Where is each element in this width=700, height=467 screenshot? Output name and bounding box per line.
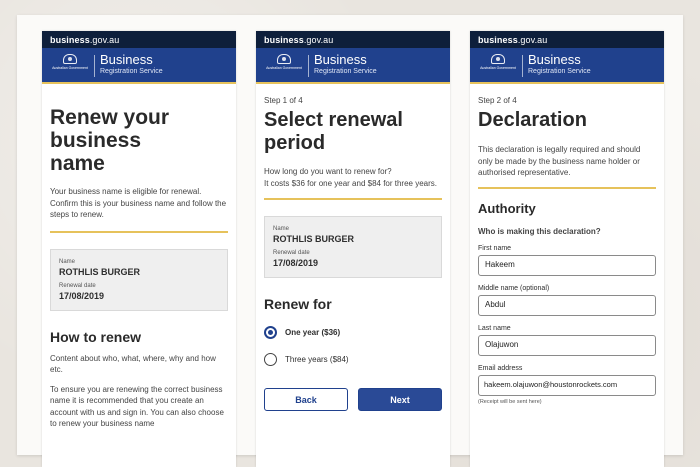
page-title: Renew your business name — [50, 106, 228, 175]
domain-tld: .gov.au — [89, 35, 120, 45]
coat-of-arms-icon — [63, 54, 77, 64]
email-hint: (Receipt will be sent here) — [478, 399, 542, 405]
coat-of-arms-icon — [277, 54, 291, 64]
domain-main: business — [264, 35, 304, 45]
radio-unselected-icon[interactable] — [264, 353, 277, 366]
renewal-question: How long do you want to renew for? — [264, 167, 392, 176]
last-name-label: Last name — [478, 325, 511, 332]
government-crest: Australian Government — [50, 54, 90, 78]
brand-title: Business — [314, 52, 367, 67]
brand-subtitle: Registration Service — [528, 68, 591, 75]
renewal-date-value: 17/08/2019 — [59, 290, 105, 301]
declaration-screen: business.gov.au Australian Government Bu… — [470, 31, 664, 467]
site-topbar[interactable]: business.gov.au — [256, 31, 450, 48]
authority-heading: Authority — [478, 200, 536, 216]
first-name-field[interactable]: Hakeem — [478, 255, 656, 276]
radio-selected-icon[interactable] — [264, 326, 277, 339]
option-three-years[interactable]: Three years ($84) — [264, 353, 442, 366]
email-label: Email address — [478, 365, 523, 372]
renew-for-heading: Renew for — [264, 296, 332, 312]
business-name-value: ROTHLIS BURGER — [273, 234, 354, 244]
brand-title: Business — [100, 52, 153, 67]
site-header: Australian Government Business Registrat… — [256, 48, 450, 84]
name-label: Name — [273, 226, 290, 232]
domain-main: business — [478, 35, 518, 45]
option-label[interactable]: Three years ($84) — [285, 355, 349, 364]
header-divider — [94, 55, 95, 77]
title-line: business — [50, 129, 142, 152]
gov-label: Australian Government — [480, 66, 516, 70]
government-crest: Australian Government — [264, 54, 304, 78]
middle-name-label: Middle name (optional) — [478, 285, 550, 292]
gov-label: Australian Government — [266, 66, 302, 70]
brand-subtitle: Registration Service — [314, 68, 377, 75]
header-divider — [522, 55, 523, 77]
renewal-date-value: 17/08/2019 — [273, 258, 319, 268]
option-one-year[interactable]: One year ($36) — [264, 326, 442, 339]
step-indicator: Step 1 of 4 — [264, 96, 303, 105]
first-name-label: First name — [478, 245, 512, 252]
account-advice-text: To ensure you are renewing the correct b… — [50, 384, 224, 429]
brand-logo[interactable]: Business Registration Service — [528, 53, 591, 76]
site-topbar[interactable]: business.gov.au — [42, 31, 236, 48]
title-line: Select renewal — [264, 109, 403, 131]
last-name-field[interactable]: Olajuwon — [478, 335, 656, 356]
domain-tld: .gov.au — [303, 35, 334, 45]
brand-logo[interactable]: Business Registration Service — [100, 53, 163, 76]
business-name-value: ROTHLIS BURGER — [59, 266, 140, 277]
section-rule — [478, 186, 656, 189]
page-title: Select renewal period — [264, 109, 442, 155]
site-header: Australian Government Business Registrat… — [470, 48, 664, 84]
brand-logo[interactable]: Business Registration Service — [314, 53, 377, 76]
business-summary-card: Name ROTHLIS BURGER Renewal date 17/08/2… — [264, 216, 442, 278]
gov-label: Australian Government — [52, 66, 88, 70]
title-line: Renew your — [50, 106, 170, 129]
site-topbar[interactable]: business.gov.au — [470, 31, 664, 48]
back-button[interactable]: Back — [264, 388, 348, 411]
section-rule — [264, 198, 442, 200]
renewal-date-label: Renewal date — [273, 250, 310, 256]
how-to-renew-heading: How to renew — [50, 328, 142, 345]
brand-title: Business — [528, 52, 581, 67]
declarant-question: Who is making this declaration? — [478, 226, 601, 236]
site-header: Australian Government Business Registrat… — [42, 48, 236, 84]
option-label[interactable]: One year ($36) — [285, 328, 340, 337]
middle-name-field[interactable]: Abdul — [478, 295, 656, 316]
name-label: Name — [59, 258, 76, 265]
intro-text: Your business name is eligible for renew… — [50, 187, 227, 219]
renewal-date-label: Renewal date — [59, 282, 96, 289]
section-rule — [50, 230, 228, 233]
title-line: period — [264, 132, 326, 154]
brand-subtitle: Registration Service — [100, 68, 163, 75]
declaration-intro: This declaration is legally required and… — [478, 145, 641, 177]
next-button[interactable]: Next — [358, 388, 442, 411]
page-title: Declaration — [478, 109, 587, 131]
renewal-costs: It costs $36 for one year and $84 for th… — [264, 178, 437, 188]
government-crest: Australian Government — [478, 54, 518, 78]
select-period-screen: business.gov.au Australian Government Bu… — [256, 31, 450, 467]
coat-of-arms-icon — [491, 54, 505, 64]
domain-tld: .gov.au — [517, 35, 548, 45]
title-line: name — [50, 152, 105, 175]
business-summary-card: Name ROTHLIS BURGER Renewal date 17/08/2… — [50, 248, 228, 311]
renew-intro-screen: business.gov.au Australian Government Bu… — [42, 31, 236, 467]
how-to-renew-text: Content about who, what, where, why and … — [50, 353, 216, 375]
domain-main: business — [50, 35, 90, 45]
email-field[interactable]: hakeem.olajuwon@houstonrockets.com — [478, 375, 656, 396]
step-indicator: Step 2 of 4 — [478, 96, 517, 105]
header-divider — [308, 55, 309, 77]
